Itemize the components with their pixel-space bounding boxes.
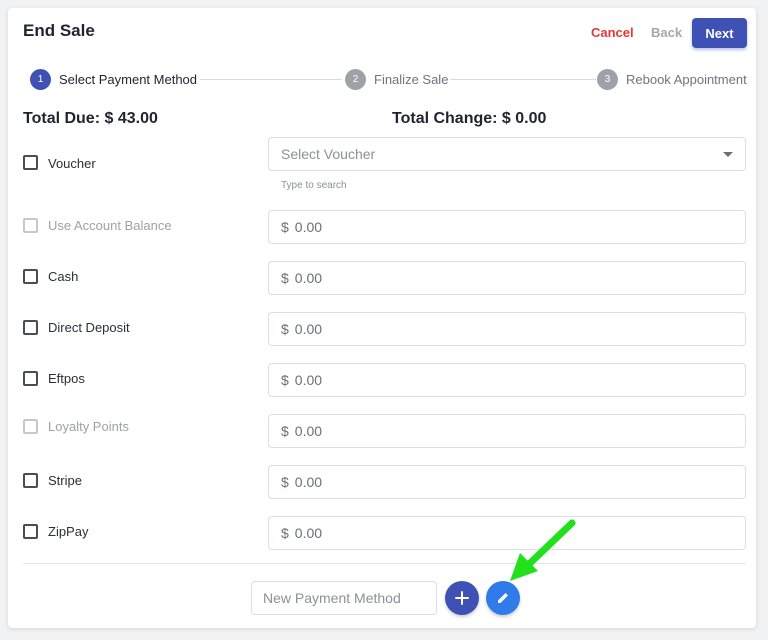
step-1[interactable]: 1 Select Payment Method	[30, 68, 197, 90]
step-number: 3	[597, 68, 618, 90]
payment-method-label: Eftpos	[48, 371, 85, 386]
step-label: Rebook Appointment	[626, 71, 747, 87]
currency-symbol: $	[281, 270, 289, 286]
new-payment-method-input[interactable]: New Payment Method	[251, 581, 437, 615]
plus-icon	[455, 591, 469, 605]
currency-symbol: $	[281, 372, 289, 388]
dialog-title: End Sale	[23, 21, 95, 40]
total-change: Total Change: $ 0.00	[392, 110, 547, 127]
step-number: 2	[345, 68, 366, 90]
zippay-amount-input[interactable]: $ 0.00	[268, 516, 746, 550]
payment-method-label: Cash	[48, 269, 79, 284]
payment-method-label: ZipPay	[48, 524, 89, 539]
cancel-button[interactable]: Cancel	[591, 25, 634, 40]
new-payment-method-placeholder: New Payment Method	[263, 590, 401, 606]
use-account-balance-checkbox[interactable]	[23, 218, 38, 233]
direct-deposit-checkbox[interactable]	[23, 320, 38, 335]
use-account-balance-amount-input[interactable]: $ 0.00	[268, 210, 746, 244]
stepper: 1 Select Payment Method 2 Finalize Sale …	[8, 68, 756, 92]
step-3[interactable]: 3 Rebook Appointment	[597, 68, 747, 90]
amount-placeholder: 0.00	[294, 321, 323, 337]
step-2[interactable]: 2 Finalize Sale	[345, 68, 448, 90]
currency-symbol: $	[281, 525, 289, 541]
loyalty-points-amount-input[interactable]: $ 0.00	[268, 414, 746, 448]
cash-checkbox[interactable]	[23, 269, 38, 284]
step-label: Select Payment Method	[59, 71, 198, 87]
amount-placeholder: 0.00	[294, 372, 323, 388]
payment-method-label: Direct Deposit	[48, 320, 130, 335]
voucher-hint: Type to search	[281, 180, 347, 191]
amount-placeholder: 0.00	[294, 423, 323, 439]
voucher-select-placeholder: Select Voucher	[281, 146, 376, 162]
zippay-checkbox[interactable]	[23, 524, 38, 539]
amount-placeholder: 0.00	[294, 474, 323, 490]
stripe-checkbox[interactable]	[23, 473, 38, 488]
currency-symbol: $	[281, 219, 289, 235]
direct-deposit-amount-input[interactable]: $ 0.00	[268, 312, 746, 346]
currency-symbol: $	[281, 321, 289, 337]
step-number: 1	[30, 68, 51, 90]
step-label: Finalize Sale	[374, 71, 449, 87]
divider	[23, 563, 746, 564]
next-button[interactable]: Next	[692, 18, 747, 48]
loyalty-points-checkbox[interactable]	[23, 419, 38, 434]
add-payment-method-button[interactable]	[445, 581, 479, 615]
voucher-checkbox[interactable]	[23, 155, 38, 170]
amount-placeholder: 0.00	[294, 219, 323, 235]
currency-symbol: $	[281, 474, 289, 490]
eftpos-checkbox[interactable]	[23, 371, 38, 386]
payment-method-label: Stripe	[48, 473, 82, 488]
edit-payment-methods-button[interactable]	[486, 581, 520, 615]
end-sale-dialog: End Sale Cancel Back Next 1 Select Payme…	[8, 8, 756, 628]
currency-symbol: $	[281, 423, 289, 439]
total-due: Total Due: $ 43.00	[23, 110, 158, 127]
stripe-amount-input[interactable]: $ 0.00	[268, 465, 746, 499]
payment-method-label: Loyalty Points	[48, 419, 129, 434]
pencil-icon	[498, 593, 508, 603]
back-button[interactable]: Back	[651, 25, 682, 40]
step-connector	[200, 79, 342, 80]
amount-placeholder: 0.00	[294, 270, 323, 286]
cash-amount-input[interactable]: $ 0.00	[268, 261, 746, 295]
eftpos-amount-input[interactable]: $ 0.00	[268, 363, 746, 397]
payment-method-label: Use Account Balance	[48, 218, 172, 233]
voucher-select[interactable]: Select Voucher	[268, 137, 746, 171]
chevron-down-icon	[723, 152, 733, 157]
voucher-label: Voucher	[48, 156, 96, 171]
step-connector	[450, 79, 596, 80]
amount-placeholder: 0.00	[294, 525, 323, 541]
